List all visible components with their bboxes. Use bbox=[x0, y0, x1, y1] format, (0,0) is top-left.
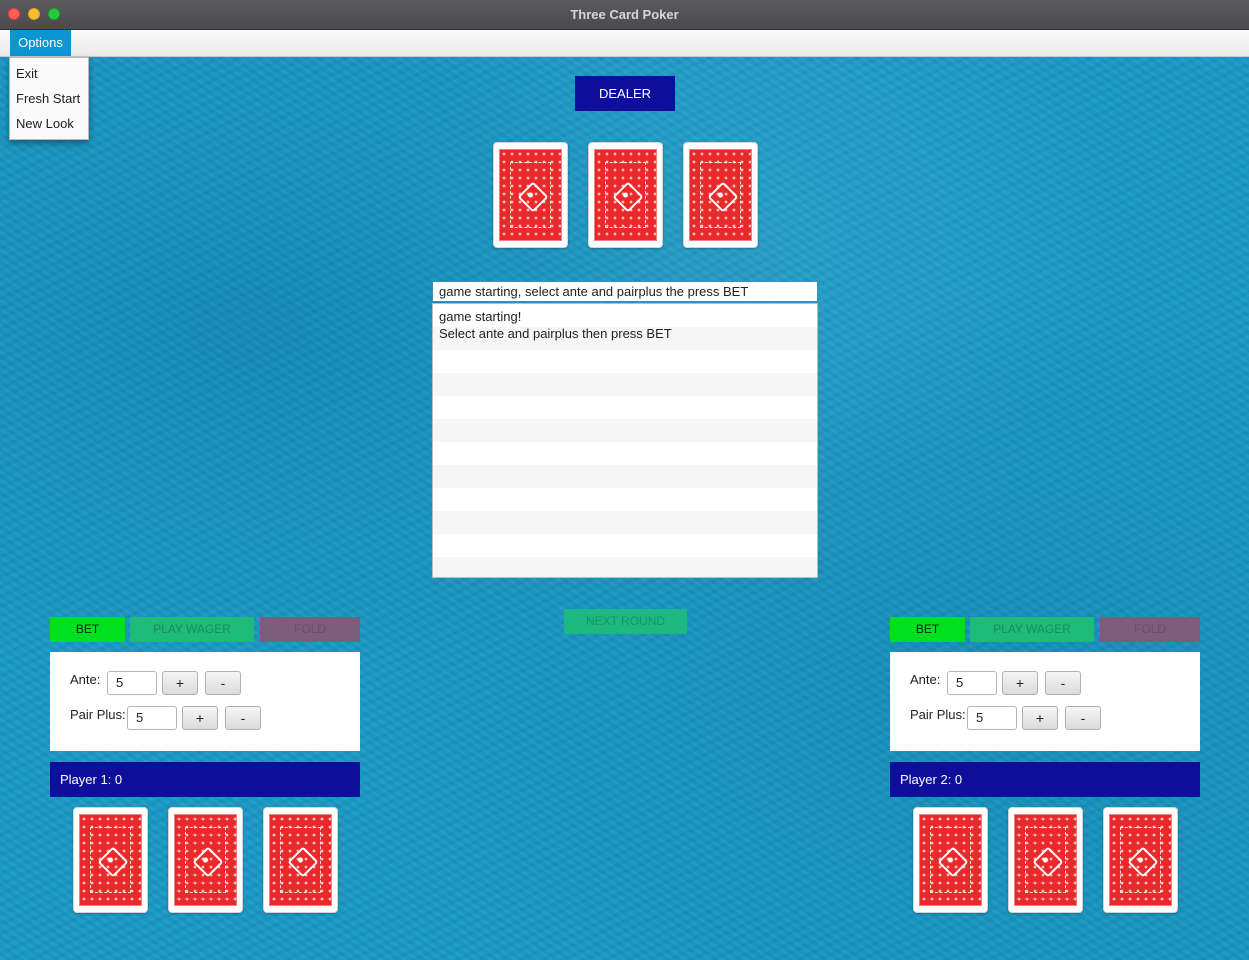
window-title: Three Card Poker bbox=[570, 7, 679, 22]
menu-item-fresh-start[interactable]: Fresh Start bbox=[16, 91, 80, 106]
p2-ante-increase-button[interactable]: + bbox=[1002, 671, 1038, 695]
card-back-icon bbox=[79, 814, 142, 906]
p2-ante-input[interactable]: 5 bbox=[947, 671, 997, 695]
p2-pairplus-increase-button[interactable]: + bbox=[1022, 706, 1058, 730]
p2-bet-button[interactable]: BET bbox=[890, 617, 965, 642]
dealer-card-3 bbox=[683, 142, 758, 248]
p1-pairplus-increase-button[interactable]: + bbox=[182, 706, 218, 730]
p1-ante-label: Ante: bbox=[70, 672, 101, 687]
card-back-icon bbox=[1109, 814, 1172, 906]
log-line: Select ante and pairplus then press BET bbox=[439, 326, 672, 341]
menu-item-exit[interactable]: Exit bbox=[16, 66, 38, 81]
p2-card-2 bbox=[1008, 807, 1083, 913]
p2-card-1 bbox=[913, 807, 988, 913]
options-dropdown: Exit Fresh Start New Look bbox=[9, 57, 89, 140]
p1-card-1 bbox=[73, 807, 148, 913]
window-titlebar: Three Card Poker bbox=[0, 0, 1249, 30]
p1-pairplus-label: Pair Plus: bbox=[70, 707, 126, 722]
p2-name-score: Player 2: 0 bbox=[890, 762, 1200, 797]
log-line: game starting! bbox=[439, 309, 522, 324]
p2-ante-decrease-button[interactable]: - bbox=[1045, 671, 1081, 695]
p1-ante-decrease-button[interactable]: - bbox=[205, 671, 241, 695]
p2-fold-button[interactable]: FOLD bbox=[1100, 617, 1200, 642]
p1-pairplus-input[interactable]: 5 bbox=[127, 706, 177, 730]
p1-card-2 bbox=[168, 807, 243, 913]
p1-pairplus-decrease-button[interactable]: - bbox=[225, 706, 261, 730]
menu-options[interactable]: Options bbox=[10, 30, 71, 56]
p2-play-wager-button[interactable]: PLAY WAGER bbox=[970, 617, 1094, 642]
card-back-icon bbox=[919, 814, 982, 906]
log-current-message[interactable]: game starting, select ante and pairplus … bbox=[432, 281, 818, 302]
p2-pairplus-decrease-button[interactable]: - bbox=[1065, 706, 1101, 730]
dealer-card-1 bbox=[493, 142, 568, 248]
card-back-icon bbox=[689, 149, 752, 241]
dealer-card-2 bbox=[588, 142, 663, 248]
p1-ante-increase-button[interactable]: + bbox=[162, 671, 198, 695]
card-back-icon bbox=[594, 149, 657, 241]
p2-card-3 bbox=[1103, 807, 1178, 913]
menu-item-new-look[interactable]: New Look bbox=[16, 116, 74, 131]
p2-pairplus-label: Pair Plus: bbox=[910, 707, 966, 722]
next-round-button[interactable]: NEXT ROUND bbox=[564, 609, 687, 634]
p2-pairplus-input[interactable]: 5 bbox=[967, 706, 1017, 730]
card-back-icon bbox=[174, 814, 237, 906]
p1-ante-input[interactable]: 5 bbox=[107, 671, 157, 695]
dealer-label: DEALER bbox=[575, 76, 675, 111]
log-list[interactable]: game starting! Select ante and pairplus … bbox=[432, 303, 818, 578]
card-back-icon bbox=[1014, 814, 1077, 906]
card-back-icon bbox=[269, 814, 332, 906]
p2-wager-panel: Ante: 5 + - Pair Plus: 5 + - bbox=[890, 652, 1200, 751]
p1-play-wager-button[interactable]: PLAY WAGER bbox=[130, 617, 254, 642]
p1-fold-button[interactable]: FOLD bbox=[260, 617, 360, 642]
p2-ante-label: Ante: bbox=[910, 672, 941, 687]
p1-bet-button[interactable]: BET bbox=[50, 617, 125, 642]
p1-name-score: Player 1: 0 bbox=[50, 762, 360, 797]
p1-card-3 bbox=[263, 807, 338, 913]
p1-wager-panel: Ante: 5 + - Pair Plus: 5 + - bbox=[50, 652, 360, 751]
card-back-icon bbox=[499, 149, 562, 241]
menubar: Options bbox=[0, 30, 1249, 57]
